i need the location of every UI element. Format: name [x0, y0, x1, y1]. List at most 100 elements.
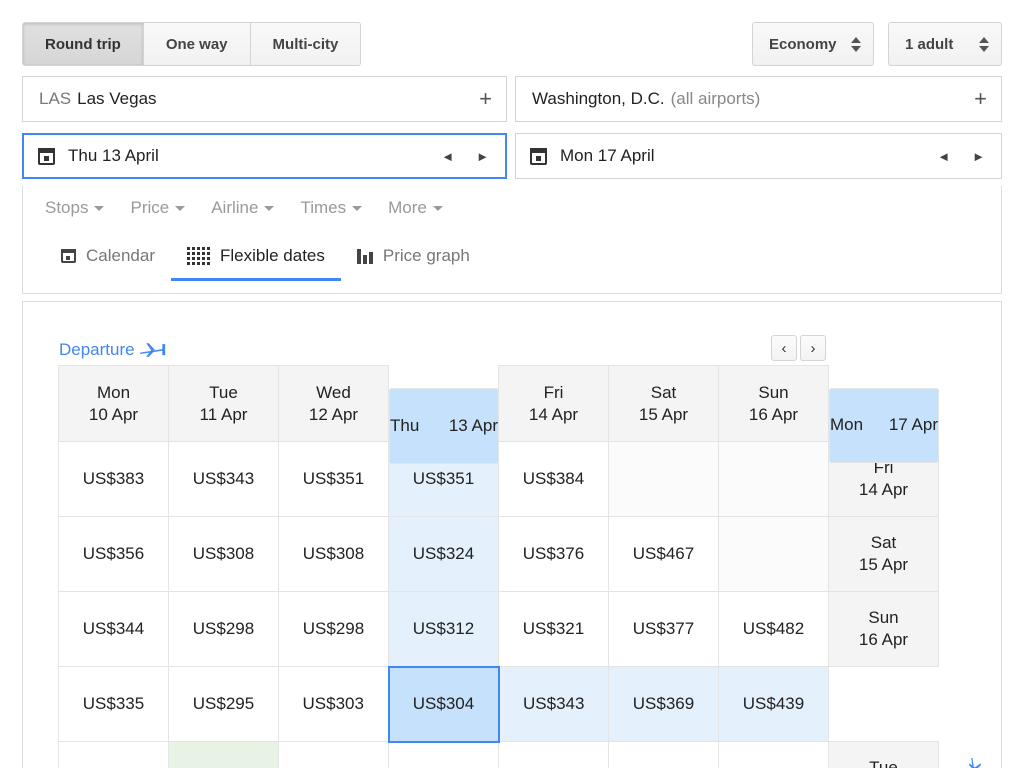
price-cell-selected[interactable]: US$304	[389, 667, 499, 742]
price-cell[interactable]	[499, 742, 609, 768]
price-cell[interactable]	[169, 742, 279, 768]
departure-next-day-icon[interactable]: ►	[476, 149, 489, 164]
filter-times[interactable]: Times	[300, 198, 362, 218]
return-axis-label[interactable]: Return	[964, 757, 986, 768]
price-cell[interactable]: US$356	[59, 517, 169, 592]
day-of-week: Tue	[169, 382, 278, 404]
day-date: 12 Apr	[279, 404, 388, 426]
departure-day-header[interactable]: Sun 16 Apr	[719, 366, 829, 442]
price-cell[interactable]	[279, 742, 389, 768]
filter-times-label: Times	[300, 198, 346, 218]
price-cell[interactable]: US$312	[389, 592, 499, 667]
return-day-header[interactable]: Sun 16 Apr	[829, 592, 939, 667]
filter-more[interactable]: More	[388, 198, 443, 218]
day-date: 16 Apr	[719, 404, 828, 426]
trip-type-one-way[interactable]: One way	[144, 23, 251, 65]
filter-airline[interactable]: Airline	[211, 198, 274, 218]
departure-date-stepper: ◄ ►	[441, 149, 493, 164]
tab-price-graph-label: Price graph	[383, 246, 470, 266]
price-cell[interactable]	[59, 742, 169, 768]
price-cell[interactable]: US$335	[59, 667, 169, 742]
filter-price-label: Price	[130, 198, 169, 218]
add-origin-icon[interactable]: +	[479, 88, 492, 110]
price-cell[interactable]: US$324	[389, 517, 499, 592]
departure-day-header[interactable]: Mon 10 Apr	[59, 366, 169, 442]
price-cell-low[interactable]: US$298	[279, 592, 389, 667]
add-destination-icon[interactable]: +	[974, 88, 987, 110]
day-of-week: Mon	[59, 382, 168, 404]
departure-date-input[interactable]: Thu 13 April ◄ ►	[22, 133, 507, 179]
price-cell[interactable]: US$308	[279, 517, 389, 592]
chevron-down-icon	[94, 206, 104, 211]
price-cell[interactable]: US$439	[719, 667, 829, 742]
tab-calendar[interactable]: Calendar	[45, 238, 171, 281]
passenger-count-select[interactable]: 1 adult	[888, 22, 1002, 66]
departure-day-header[interactable]: Wed 12 Apr	[279, 366, 389, 442]
trip-type-tabs: Round trip One way Multi-city	[22, 22, 361, 66]
return-day-header-selected[interactable]: Mon 17 Apr	[829, 388, 939, 463]
return-day-header[interactable]: Sat 15 Apr	[829, 517, 939, 592]
price-cell[interactable]: US$383	[59, 442, 169, 517]
departure-prev-day-icon[interactable]: ◄	[441, 149, 454, 164]
trip-type-multi-city[interactable]: Multi-city	[251, 23, 361, 65]
price-cell-empty	[719, 442, 829, 517]
price-cell[interactable]: US$344	[59, 592, 169, 667]
grid-icon	[187, 247, 210, 265]
cabin-class-select[interactable]: Economy	[752, 22, 874, 66]
departure-day-header[interactable]: Tue 11 Apr	[169, 366, 279, 442]
departure-day-header-selected[interactable]: Thu 13 Apr	[389, 388, 499, 464]
price-cell-low[interactable]: US$295	[169, 667, 279, 742]
chevron-down-icon	[264, 206, 274, 211]
price-cell[interactable]: US$308	[169, 517, 279, 592]
day-of-week: Mon	[830, 414, 863, 436]
day-date: 15 Apr	[609, 404, 718, 426]
departure-day-header[interactable]: Fri 14 Apr	[499, 366, 609, 442]
day-date: 11 Apr	[169, 404, 278, 426]
day-date: 13 Apr	[449, 415, 498, 437]
calendar-icon	[38, 148, 55, 165]
return-prev-day-icon[interactable]: ◄	[937, 149, 950, 164]
price-cell[interactable]: US$343	[169, 442, 279, 517]
tab-price-graph[interactable]: Price graph	[341, 238, 486, 281]
price-cell[interactable]	[389, 742, 499, 768]
destination-input[interactable]: Washington, D.C. (all airports) +	[515, 76, 1002, 122]
day-date: 14 Apr	[829, 479, 938, 501]
departure-day-header[interactable]: Sat 15 Apr	[609, 366, 719, 442]
day-of-week: Sun	[829, 607, 938, 629]
day-date: 14 Apr	[499, 404, 608, 426]
tab-flexible-dates[interactable]: Flexible dates	[171, 238, 341, 281]
day-of-week: Wed	[279, 382, 388, 404]
return-next-day-icon[interactable]: ►	[972, 149, 985, 164]
origin-input[interactable]: LAS Las Vegas +	[22, 76, 507, 122]
price-cell[interactable]: US$376	[499, 517, 609, 592]
price-cell[interactable]	[609, 742, 719, 768]
departure-date-value: Thu 13 April	[68, 146, 159, 166]
filter-panel: Stops Price Airline Times More	[22, 186, 1002, 294]
price-cell[interactable]	[719, 742, 829, 768]
filter-stops[interactable]: Stops	[45, 198, 104, 218]
chevron-down-icon	[352, 206, 362, 211]
price-cell-low[interactable]: US$303	[279, 667, 389, 742]
price-cell[interactable]: US$343	[499, 667, 609, 742]
calendar-icon	[530, 148, 547, 165]
price-cell[interactable]: US$369	[609, 667, 719, 742]
price-cell-high[interactable]: US$467	[609, 517, 719, 592]
tab-flexible-dates-label: Flexible dates	[220, 246, 325, 266]
grid-prev-button[interactable]: ‹	[771, 335, 797, 361]
price-cell[interactable]: US$351	[279, 442, 389, 517]
price-cell[interactable]: US$321	[499, 592, 609, 667]
departure-axis-label[interactable]: Departure	[59, 340, 167, 360]
filter-price[interactable]: Price	[130, 198, 185, 218]
bar-chart-icon	[357, 249, 373, 264]
day-date: 17 Apr	[889, 414, 938, 436]
price-cell[interactable]: US$377	[609, 592, 719, 667]
flight-search-app: Round trip One way Multi-city Economy 1 …	[0, 0, 1024, 768]
price-cell[interactable]: US$384	[499, 442, 609, 517]
price-cell-high[interactable]: US$482	[719, 592, 829, 667]
return-date-input[interactable]: Mon 17 April ◄ ►	[515, 133, 1002, 179]
price-matrix: Mon 10 Apr Tue 11 Apr Wed 12 Apr Thu 13 …	[58, 365, 939, 768]
return-day-header[interactable]: Tue 18 Apr	[829, 742, 939, 768]
trip-type-round-trip[interactable]: Round trip	[23, 23, 144, 65]
grid-next-button[interactable]: ›	[800, 335, 826, 361]
price-cell-low[interactable]: US$298	[169, 592, 279, 667]
